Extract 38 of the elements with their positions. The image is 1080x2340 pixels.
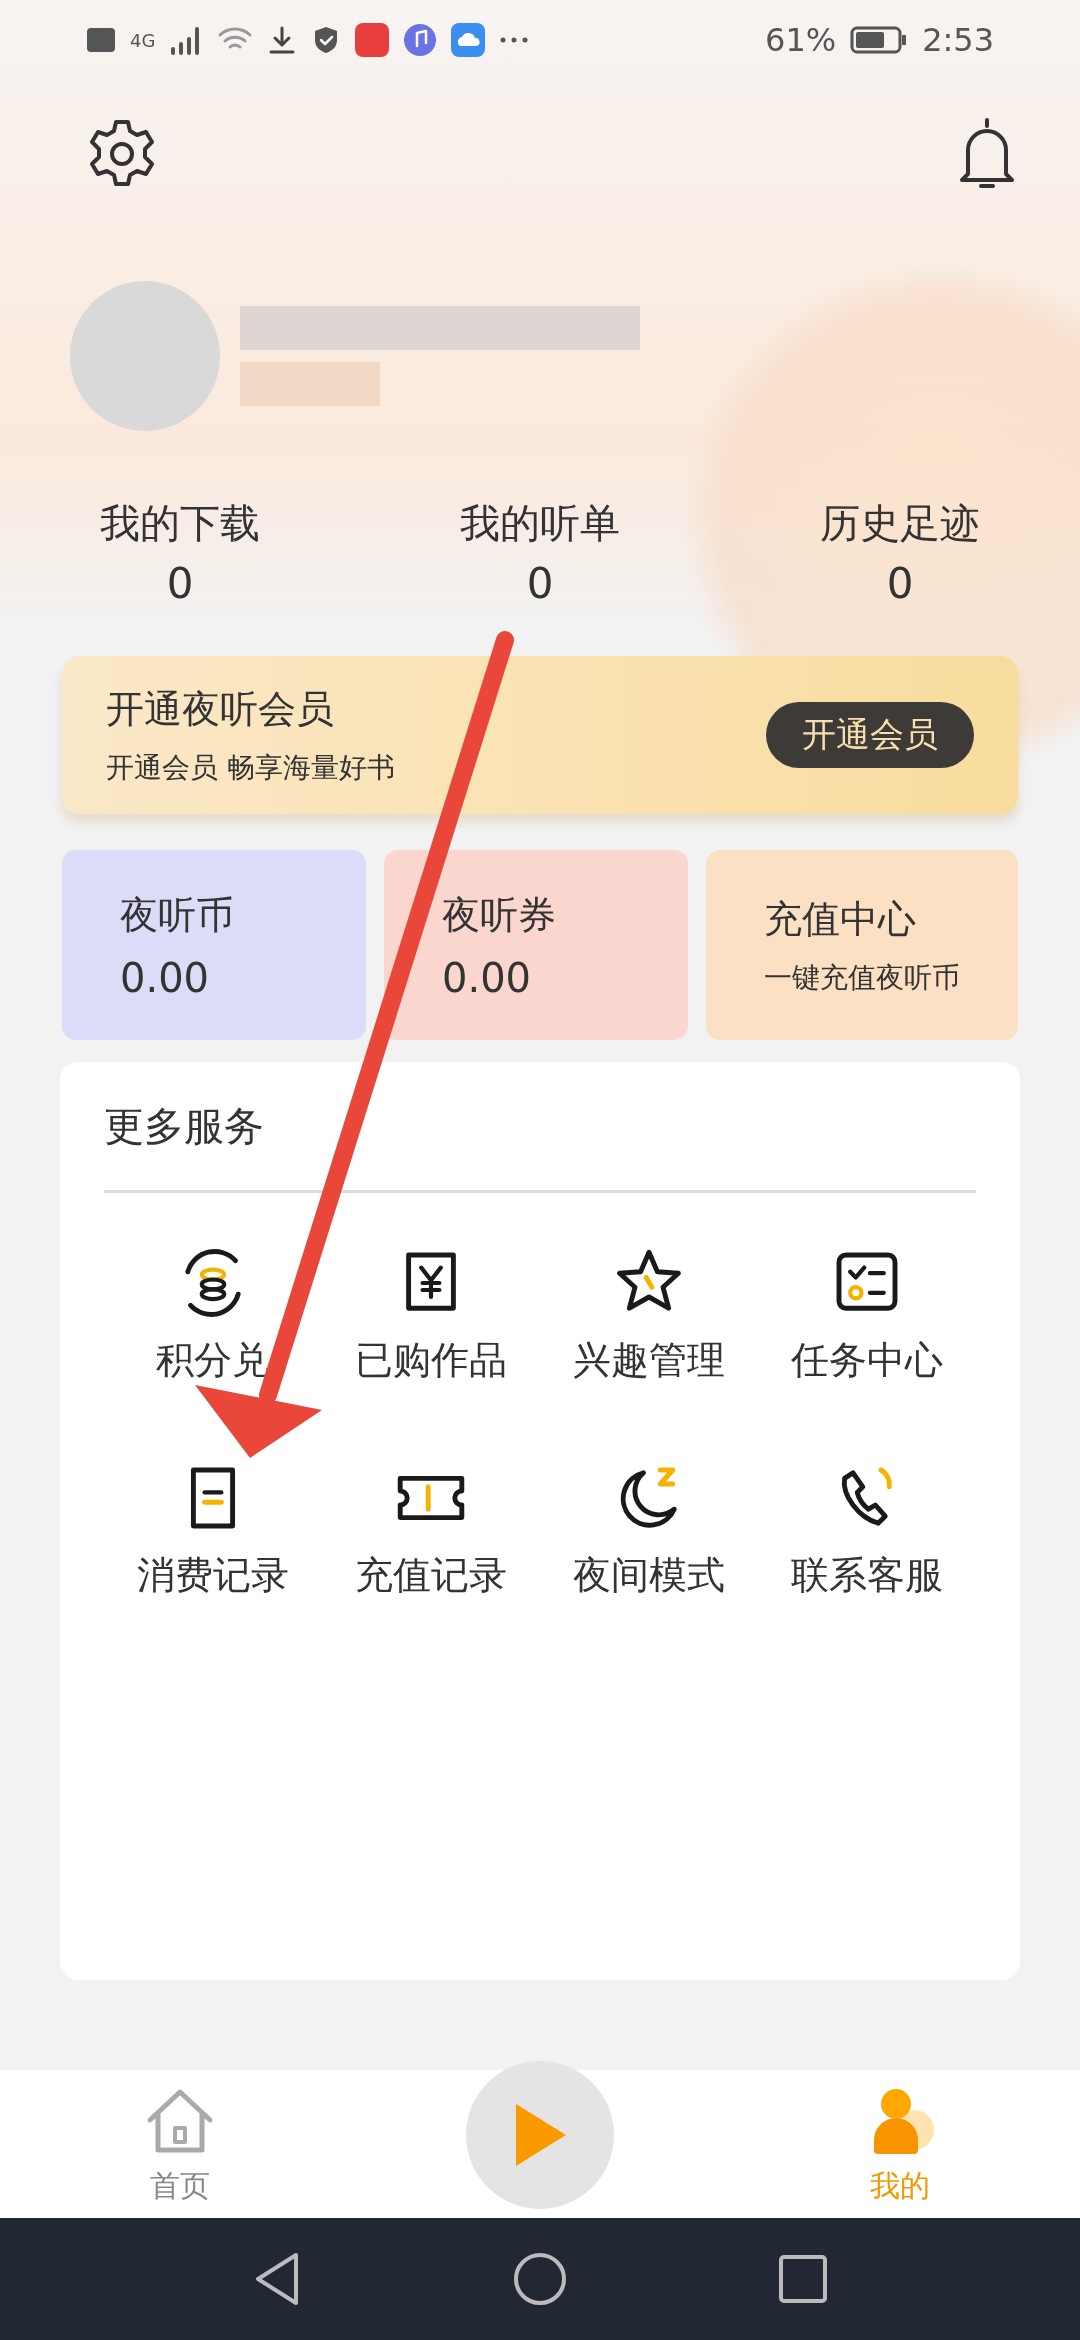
hd-icon <box>86 25 116 55</box>
recents-icon[interactable] <box>778 2254 828 2304</box>
music-icon <box>403 23 438 57</box>
network-label: 4G <box>130 29 156 51</box>
join-vip-button[interactable]: 开通会员 <box>766 702 974 768</box>
service-item[interactable]: 联系客服 <box>791 1550 943 1601</box>
wallet-card[interactable]: 夜听币 0.00 <box>62 850 366 1040</box>
vip-subtitle: 开通会员 畅享海量好书 <box>106 749 396 786</box>
wallet-title: 夜听券 <box>442 891 557 939</box>
battery-icon <box>850 25 909 55</box>
clock: 2:53 <box>922 21 994 59</box>
vip-title: 开通夜听会员 <box>106 685 335 733</box>
more-icon <box>499 37 530 43</box>
wallet-balance: 0.00 <box>442 954 533 1001</box>
service-item[interactable]: 已购作品 <box>355 1335 507 1386</box>
services-title: 更多服务 <box>104 1101 264 1151</box>
wallet-balance: 0.00 <box>120 954 211 1001</box>
wallet-title: 充值中心 <box>764 895 917 943</box>
cloud-icon <box>451 23 486 57</box>
wallet-title: 夜听币 <box>120 891 235 939</box>
service-item[interactable]: 任务中心 <box>791 1335 943 1386</box>
stat-value: 0 <box>166 559 194 608</box>
wallet-card[interactable]: 夜听券 0.00 <box>384 850 688 1040</box>
app-store-icon <box>355 23 390 57</box>
stat-label[interactable]: 我的听单 <box>460 496 620 551</box>
stat-label[interactable]: 我的下载 <box>100 496 260 551</box>
service-item[interactable]: 充值记录 <box>355 1550 507 1601</box>
tab-label[interactable]: 首页 <box>150 2165 210 2207</box>
service-item[interactable]: 兴趣管理 <box>573 1335 725 1386</box>
stat-value: 0 <box>526 559 554 608</box>
wallet-card[interactable]: 充值中心 一键充值夜听币 <box>706 850 1018 1040</box>
wallet-hint: 一键充值夜听币 <box>764 959 960 996</box>
home-button-icon[interactable] <box>512 2251 568 2307</box>
battery-percent: 61% <box>765 21 837 59</box>
stat-value: 0 <box>886 559 914 608</box>
service-item[interactable]: 夜间模式 <box>573 1550 725 1601</box>
service-item[interactable]: 消费记录 <box>137 1550 289 1601</box>
stat-label[interactable]: 历史足迹 <box>820 496 980 551</box>
